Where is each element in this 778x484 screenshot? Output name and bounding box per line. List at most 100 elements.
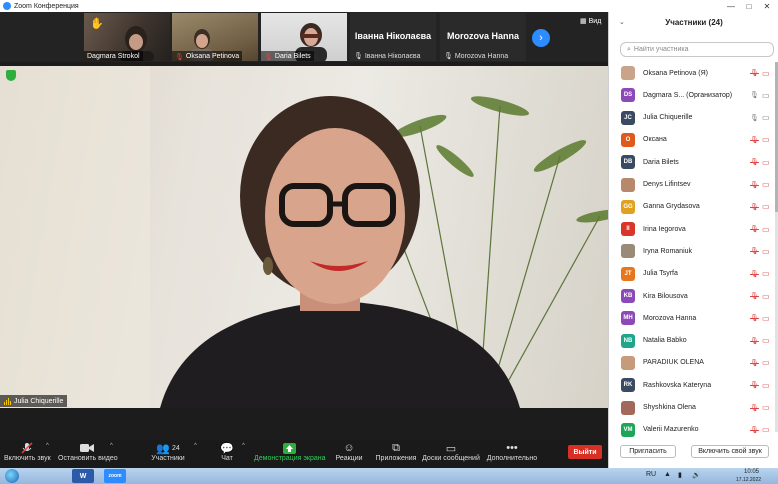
chat-button[interactable]: 💬 Чат bbox=[218, 441, 236, 467]
invite-button[interactable]: Пригласить bbox=[620, 445, 676, 458]
participant-search-input[interactable] bbox=[633, 46, 764, 53]
unmute-self-button[interactable]: Включить свой звук bbox=[691, 445, 769, 458]
participant-row[interactable]: Shyshkina Olena 🎙 ▭ bbox=[609, 397, 778, 419]
mic-icon[interactable]: 🎙 bbox=[750, 114, 759, 122]
minimize-button[interactable]: — bbox=[724, 0, 738, 12]
participant-row[interactable]: Iryna Romaniuk 🎙 ▭ bbox=[609, 240, 778, 262]
maximize-button[interactable]: □ bbox=[742, 0, 756, 12]
muted-mic-icon[interactable]: 🎙 bbox=[750, 225, 759, 233]
muted-mic-icon[interactable]: 🎙 bbox=[750, 136, 759, 144]
mic-icon[interactable]: 🎙 bbox=[750, 91, 759, 99]
video-off-icon[interactable]: ▭ bbox=[762, 247, 770, 256]
clock-date[interactable]: 17.12.2022 bbox=[736, 477, 761, 483]
muted-mic-icon[interactable]: 🎙 bbox=[750, 314, 759, 322]
muted-mic-icon[interactable]: 🎙 bbox=[750, 203, 759, 211]
participants-button[interactable]: 👥 24 Участники bbox=[150, 441, 186, 467]
main-speaker-video[interactable] bbox=[0, 66, 608, 408]
muted-mic-icon[interactable]: 🎙 bbox=[750, 359, 759, 367]
chat-bubble-icon: 💬 bbox=[220, 442, 234, 455]
participant-search[interactable]: ⌕ bbox=[620, 42, 774, 57]
video-off-icon[interactable]: ▭ bbox=[762, 314, 770, 323]
muted-mic-icon[interactable]: 🎙 bbox=[750, 381, 759, 389]
participant-row[interactable]: RK Rashkovska Kateryna 🎙 ▭ bbox=[609, 374, 778, 396]
whiteboards-button[interactable]: ▭ Доски сообщений bbox=[422, 441, 480, 467]
muted-mic-icon[interactable]: 🎙 bbox=[750, 158, 759, 166]
video-stage: ✋ Dagmara Strokol 🎙 Oksana Petinova 🎙 Da… bbox=[0, 12, 608, 440]
participant-row[interactable]: KB Kira Bilousova 🎙 ▭ bbox=[609, 285, 778, 307]
muted-mic-icon[interactable]: 🎙 bbox=[750, 292, 759, 300]
participant-row[interactable]: II Irina Iegorova 🎙 ▭ bbox=[609, 218, 778, 240]
unmute-button[interactable]: Включить звук bbox=[4, 441, 51, 467]
participant-row[interactable]: VM Valerii Mazurenko 🎙 ▭ bbox=[609, 419, 778, 441]
taskbar-app-zoom[interactable]: zoom bbox=[104, 469, 126, 483]
video-off-icon[interactable]: ▭ bbox=[762, 135, 770, 144]
participant-row[interactable]: Denys Lifintsev 🎙 ▭ bbox=[609, 174, 778, 196]
chat-options-chevron-icon[interactable]: ^ bbox=[242, 443, 245, 449]
avatar: VM bbox=[621, 422, 635, 437]
participant-row[interactable]: О Оксана 🎙 ▭ bbox=[609, 129, 778, 151]
whiteboard-icon: ▭ bbox=[445, 442, 457, 455]
video-off-icon[interactable]: ▭ bbox=[762, 403, 770, 412]
video-off-icon[interactable]: ▭ bbox=[762, 269, 770, 278]
video-off-icon[interactable]: ▭ bbox=[762, 158, 770, 167]
audio-options-chevron-icon[interactable]: ^ bbox=[46, 443, 49, 449]
close-window-button[interactable]: ✕ bbox=[760, 0, 774, 12]
participants-options-chevron-icon[interactable]: ^ bbox=[194, 443, 197, 449]
video-icon[interactable]: ▭ bbox=[762, 113, 770, 122]
muted-mic-icon[interactable]: 🎙 bbox=[750, 404, 759, 412]
participant-row[interactable]: NB Natalia Babko 🎙 ▭ bbox=[609, 330, 778, 352]
grid-icon: ▦ bbox=[580, 18, 587, 25]
participant-row[interactable]: DB Daria Bilets 🎙 ▭ bbox=[609, 151, 778, 173]
more-button[interactable]: ••• Дополнительно bbox=[486, 441, 538, 467]
participant-row[interactable]: MH Morozova Hanna 🎙 ▭ bbox=[609, 307, 778, 329]
video-off-icon[interactable]: ▭ bbox=[762, 425, 770, 434]
reactions-button[interactable]: ☺ Реакции bbox=[334, 441, 364, 467]
network-icon[interactable]: ▮ bbox=[678, 471, 682, 479]
muted-mic-icon[interactable]: 🎙 bbox=[750, 247, 759, 255]
participant-name: Shyshkina Olena bbox=[643, 404, 696, 411]
security-shield-icon[interactable] bbox=[6, 70, 16, 81]
name-only-tile[interactable]: Morozova Hanna 🎙 Morozova Hanna bbox=[440, 13, 526, 61]
apps-button[interactable]: ⧉ Приложения bbox=[374, 441, 418, 467]
video-off-icon[interactable]: ▭ bbox=[762, 292, 770, 301]
avatar: II bbox=[621, 222, 635, 237]
stop-video-button[interactable]: Остановить видео bbox=[58, 441, 118, 467]
view-button[interactable]: ▦ Вид bbox=[580, 17, 601, 26]
muted-mic-icon[interactable]: 🎙 bbox=[750, 270, 759, 278]
participant-row[interactable]: JT Julia Tsyrfa 🎙 ▭ bbox=[609, 263, 778, 285]
video-off-icon[interactable]: ▭ bbox=[762, 69, 770, 78]
participant-row[interactable]: GG Ganna Grydasova 🎙 ▭ bbox=[609, 196, 778, 218]
thumbnail-video[interactable]: ✋ Dagmara Strokol bbox=[84, 13, 170, 61]
video-off-icon[interactable]: ▭ bbox=[762, 202, 770, 211]
participant-row[interactable]: Oksana Petinova (Я) 🎙 ▭ bbox=[609, 62, 778, 84]
muted-mic-icon[interactable]: 🎙 bbox=[750, 426, 759, 434]
participant-row[interactable]: PARADIUK OLENA 🎙 ▭ bbox=[609, 352, 778, 374]
video-off-icon[interactable]: ▭ bbox=[762, 358, 770, 367]
muted-mic-icon[interactable]: 🎙 bbox=[750, 337, 759, 345]
participant-row[interactable]: DS Dagmara S... (Организатор) 🎙 ▭ bbox=[609, 84, 778, 106]
participant-row[interactable]: JC Julia Chiquerille 🎙 ▭ bbox=[609, 107, 778, 129]
volume-icon[interactable]: 🔊 bbox=[692, 471, 701, 479]
participant-name: Oksana Petinova (Я) bbox=[643, 69, 708, 77]
name-only-tile[interactable]: Івaнна Ніколаєва 🎙 Іванна Ніколаєва bbox=[350, 13, 436, 61]
next-page-button[interactable]: › bbox=[532, 29, 550, 47]
thumbnail-video[interactable]: 🎙 Daria Bilets bbox=[261, 13, 347, 61]
video-off-icon[interactable]: ▭ bbox=[762, 180, 770, 189]
video-off-icon[interactable]: ▭ bbox=[762, 225, 770, 234]
muted-mic-icon[interactable]: 🎙 bbox=[750, 69, 759, 77]
muted-mic-icon[interactable]: 🎙 bbox=[750, 181, 759, 189]
start-button[interactable] bbox=[5, 469, 19, 483]
video-icon[interactable]: ▭ bbox=[762, 91, 770, 100]
thumbnail-video[interactable]: 🎙 Oksana Petinova bbox=[172, 13, 258, 61]
taskbar-app-word[interactable]: W bbox=[72, 469, 94, 483]
share-screen-button[interactable]: Демонстрация экрана bbox=[254, 441, 326, 467]
video-off-icon[interactable]: ▭ bbox=[762, 336, 770, 345]
language-indicator[interactable]: RU bbox=[646, 471, 656, 478]
clock-time[interactable]: 10:05 bbox=[744, 469, 759, 475]
video-options-chevron-icon[interactable]: ^ bbox=[110, 443, 113, 449]
participant-name: Morozova Hanna bbox=[643, 314, 697, 322]
apps-icon: ⧉ bbox=[392, 441, 400, 454]
leave-meeting-button[interactable]: Выйти bbox=[568, 445, 602, 459]
video-off-icon[interactable]: ▭ bbox=[762, 381, 770, 390]
tray-up-arrow-icon[interactable]: ▲ bbox=[664, 471, 671, 478]
